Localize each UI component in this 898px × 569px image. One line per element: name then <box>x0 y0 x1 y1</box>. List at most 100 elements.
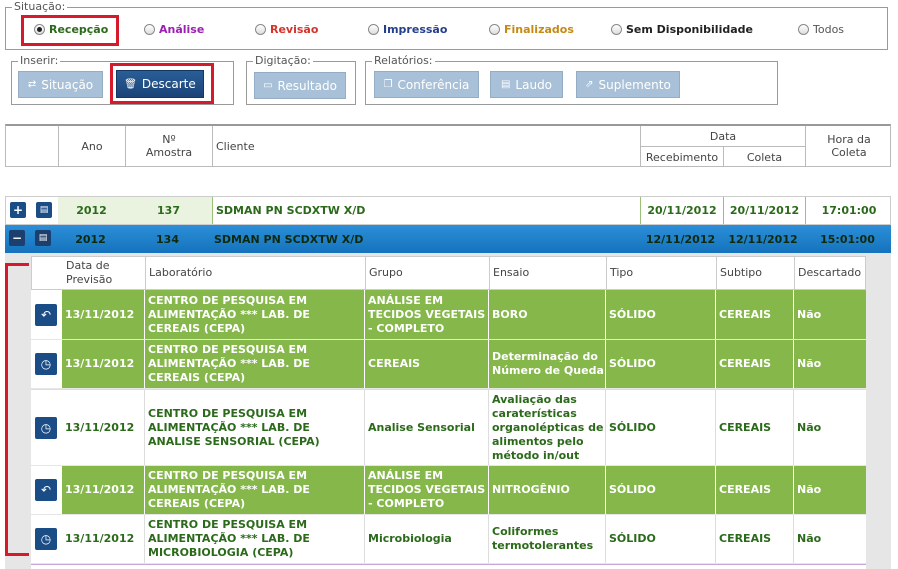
situacao-button-label: Situação <box>41 77 94 92</box>
radio-dot-icon <box>144 24 155 35</box>
detail-subtipo: CEREAIS <box>715 290 793 339</box>
detail-ensaio: BORO <box>488 290 605 339</box>
radio-revisao[interactable]: Revisão <box>255 23 318 36</box>
inserir-legend: Inserir: <box>18 54 61 68</box>
radio-label: Sem Disponibilidade <box>626 23 753 36</box>
report-icon: ▤ <box>500 79 511 90</box>
detail-grupo: CEREAIS <box>364 340 488 388</box>
radio-dot-icon <box>368 24 379 35</box>
col-no-amostra: Nº Amostra <box>125 126 212 166</box>
comment-icon[interactable]: ▤ <box>36 202 52 218</box>
radio-label: Finalizados <box>504 23 574 36</box>
detail-ensaio: Coliformes termotolerantes <box>488 515 605 563</box>
detail-tipo: SÓLIDO <box>605 340 715 388</box>
comment-icon: ▭ <box>263 80 273 91</box>
detail-row[interactable]: ◷ 13/11/2012 CENTRO DE PESQUISA EM ALIME… <box>31 389 866 465</box>
radio-dot-icon <box>798 24 809 35</box>
comment-icon[interactable]: ▤ <box>35 230 51 246</box>
detail-grupo: Analise Sensorial <box>364 390 488 465</box>
detail-ensaio: NITROGÊNIO <box>488 466 605 514</box>
laudo-button[interactable]: ▤ Laudo <box>490 71 563 98</box>
undo-icon[interactable]: ↶ <box>35 304 57 326</box>
situacao-legend: Situação: <box>12 0 68 14</box>
col-recebimento: Recebimento <box>640 147 723 167</box>
detail-descartado: Não <box>793 390 866 465</box>
detail-descartado: Não <box>793 290 866 339</box>
radio-sem-disponibilidade[interactable]: Sem Disponibilidade <box>611 23 753 36</box>
detail-subtipo: CEREAIS <box>715 466 793 514</box>
suplemento-button-label: Suplemento <box>598 77 671 92</box>
sample-row[interactable]: + ▤ 2012 137 SDMAN PN SCDXTW X/D 20/11/2… <box>5 196 891 225</box>
col-coleta: Coleta <box>723 147 805 167</box>
sample-recebimento: 20/11/2012 <box>640 197 723 224</box>
radio-label: Todos <box>813 23 845 36</box>
clock-icon[interactable]: ◷ <box>35 353 57 375</box>
sample-ano: 2012 <box>58 197 125 224</box>
col-data: Data <box>640 126 805 147</box>
radio-dot-icon <box>611 24 622 35</box>
detail-ensaio: Avaliação das caraterísticas organolépti… <box>488 390 605 465</box>
highlight-descarte <box>110 63 214 104</box>
radio-label: Impressão <box>383 23 448 36</box>
clock-icon[interactable]: ◷ <box>35 528 57 550</box>
laudo-button-label: Laudo <box>515 77 553 92</box>
detail-row[interactable]: ◷ 13/11/2012 CENTRO DE PESQUISA EM ALIME… <box>31 340 866 388</box>
sample-row-selected[interactable]: − ▤ 2012 134 SDMAN PN SCDXTW X/D 12/11/2… <box>5 225 891 253</box>
clock-icon[interactable]: ◷ <box>35 417 57 439</box>
sample-coleta: 12/11/2012 <box>728 232 798 246</box>
detail-tipo: SÓLIDO <box>605 466 715 514</box>
radio-impressao[interactable]: Impressão <box>368 23 447 36</box>
col-data-previsao: Data de Previsão <box>66 259 113 286</box>
conferencia-button[interactable]: ❐ Conferência <box>374 71 479 98</box>
detail-tipo: SÓLIDO <box>605 515 715 563</box>
detail-laboratorio: CENTRO DE PESQUISA EM ALIMENTAÇÃO *** LA… <box>144 515 364 563</box>
col-cliente: Cliente <box>212 126 640 166</box>
col-subtipo: Subtipo <box>716 257 794 289</box>
radio-analise[interactable]: Análise <box>144 23 204 36</box>
detail-laboratorio: CENTRO DE PESQUISA EM ALIMENTAÇÃO *** LA… <box>144 466 364 514</box>
detail-row[interactable]: ↶ 13/11/2012 CENTRO DE PESQUISA EM ALIME… <box>31 290 866 339</box>
radio-label: Análise <box>159 23 205 36</box>
radio-label: Revisão <box>270 23 319 36</box>
detail-laboratorio: CENTRO DE PESQUISA EM ALIMENTAÇÃO *** LA… <box>144 340 364 388</box>
detail-laboratorio: CENTRO DE PESQUISA EM ALIMENTAÇÃO *** LA… <box>144 290 364 339</box>
detail-grupo: Microbiologia <box>364 515 488 563</box>
relatorios-legend: Relatórios: <box>372 54 435 68</box>
detail-data: 13/11/2012 <box>62 515 144 563</box>
col-ensaio: Ensaio <box>489 257 606 289</box>
detail-data: 13/11/2012 <box>62 340 144 388</box>
detail-grupo: ANÁLISE EM TECIDOS VEGETAIS - COMPLETO <box>364 466 488 514</box>
minus-icon[interactable]: − <box>9 230 25 246</box>
sample-amostra: 134 <box>156 232 179 246</box>
detail-tipo: SÓLIDO <box>605 290 715 339</box>
detail-subtipo: CEREAIS <box>715 340 793 388</box>
detail-descartado: Não <box>793 466 866 514</box>
radio-dot-icon <box>489 24 500 35</box>
detail-grupo: ANÁLISE EM TECIDOS VEGETAIS - COMPLETO <box>364 290 488 339</box>
situacao-button[interactable]: ⇄ Situação <box>18 71 103 98</box>
detail-tipo: SÓLIDO <box>605 390 715 465</box>
radio-todos[interactable]: Todos <box>798 23 844 36</box>
conferencia-button-label: Conferência <box>397 77 470 92</box>
sample-coleta: 20/11/2012 <box>723 197 805 224</box>
undo-icon[interactable]: ↶ <box>35 479 57 501</box>
detail-descartado: Não <box>793 515 866 563</box>
swap-icon: ⇄ <box>27 79 37 90</box>
external-link-icon: ⇗ <box>585 79 594 90</box>
radio-finalizados[interactable]: Finalizados <box>489 23 574 36</box>
plus-icon[interactable]: + <box>10 202 26 218</box>
detail-subtipo: CEREAIS <box>715 390 793 465</box>
detail-row[interactable]: ◷ 13/11/2012 CENTRO DE PESQUISA EM ALIME… <box>31 515 866 563</box>
detail-laboratorio: CENTRO DE PESQUISA EM ALIMENTAÇÃO *** LA… <box>144 390 364 465</box>
suplemento-button[interactable]: ⇗ Suplemento <box>576 71 680 98</box>
resultado-button-label: Resultado <box>277 78 337 93</box>
sample-amostra: 137 <box>125 197 212 224</box>
resultado-button[interactable]: ▭ Resultado <box>254 72 346 99</box>
detail-row[interactable]: ↶ 13/11/2012 CENTRO DE PESQUISA EM ALIME… <box>31 466 866 514</box>
highlight-recepcao <box>21 15 119 46</box>
detail-subtipo: CEREAIS <box>715 515 793 563</box>
col-grupo: Grupo <box>365 257 489 289</box>
detail-header: Data de Previsão Laboratório Grupo Ensai… <box>31 256 866 290</box>
sample-recebimento: 12/11/2012 <box>645 232 716 246</box>
sample-hora: 15:01:00 <box>820 232 875 246</box>
